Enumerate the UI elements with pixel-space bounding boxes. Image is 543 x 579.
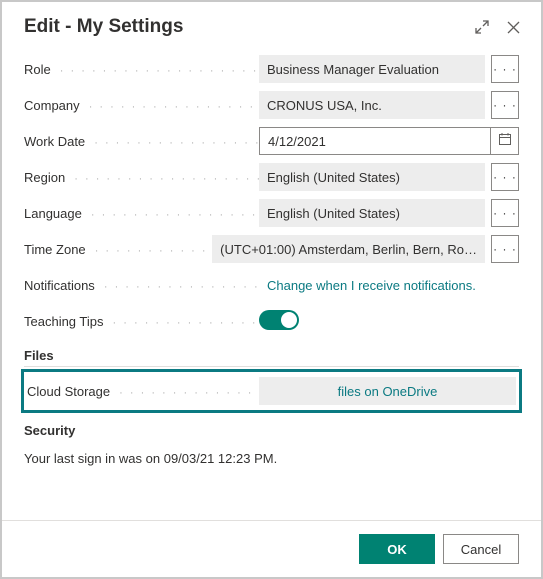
label-company: Company [24,98,259,113]
label-role: Role [24,62,259,77]
region-field[interactable]: English (United States) [259,163,485,191]
dialog-footer: OK Cancel [2,520,541,577]
expand-icon[interactable] [474,19,490,35]
cloud-storage-button[interactable]: files on OneDrive [259,377,516,405]
row-cloud-storage: Cloud Storage files on OneDrive [24,374,519,408]
cancel-button[interactable]: Cancel [443,534,519,564]
row-role: Role Business Manager Evaluation · · · [24,52,519,86]
company-more-button[interactable]: · · · [491,91,519,119]
close-icon[interactable] [506,20,521,35]
label-cloud-storage: Cloud Storage [24,384,259,399]
time-zone-more-button[interactable]: · · · [491,235,519,263]
company-field[interactable]: CRONUS USA, Inc. [259,91,485,119]
role-field[interactable]: Business Manager Evaluation [259,55,485,83]
row-language: Language English (United States) · · · [24,196,519,230]
label-region: Region [24,170,259,185]
language-field[interactable]: English (United States) [259,199,485,227]
dialog-body: Role Business Manager Evaluation · · · C… [2,44,541,466]
region-more-button[interactable]: · · · [491,163,519,191]
ok-button[interactable]: OK [359,534,435,564]
row-time-zone: Time Zone (UTC+01:00) Amsterdam, Berlin,… [24,232,519,266]
time-zone-field[interactable]: (UTC+01:00) Amsterdam, Berlin, Bern, Ro… [212,235,485,263]
label-language: Language [24,206,259,221]
cloud-storage-highlight: Cloud Storage files on OneDrive [21,369,522,413]
last-sign-in-text: Your last sign in was on 09/03/21 12:23 … [24,451,519,466]
row-company: Company CRONUS USA, Inc. · · · [24,88,519,122]
language-more-button[interactable]: · · · [491,199,519,227]
section-files: Files [24,348,519,367]
calendar-button[interactable] [491,127,519,155]
dialog-title: Edit - My Settings [24,16,474,38]
header-icons [474,19,521,35]
role-more-button[interactable]: · · · [491,55,519,83]
row-region: Region English (United States) · · · [24,160,519,194]
row-notifications: Notifications Change when I receive noti… [24,268,519,302]
dialog-header: Edit - My Settings [2,2,541,44]
teaching-tips-toggle[interactable] [259,310,299,330]
row-work-date: Work Date 4/12/2021 [24,124,519,158]
notifications-link[interactable]: Change when I receive notifications. [259,271,519,299]
label-work-date: Work Date [24,134,259,149]
row-teaching-tips: Teaching Tips [24,304,519,338]
label-notifications: Notifications [24,278,259,293]
work-date-input[interactable]: 4/12/2021 [259,127,491,155]
my-settings-dialog: Edit - My Settings Role Business Manager… [0,0,543,579]
calendar-icon [498,132,512,151]
label-teaching-tips: Teaching Tips [24,314,259,329]
label-time-zone: Time Zone [24,242,212,257]
section-security: Security [24,423,519,441]
